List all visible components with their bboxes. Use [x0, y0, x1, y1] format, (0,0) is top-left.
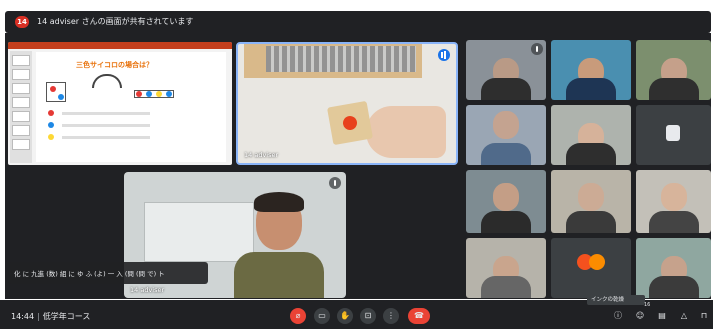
bullet-yellow: [48, 134, 54, 140]
participant-tile[interactable]: [466, 238, 546, 298]
more-icon[interactable]: ⋮: [383, 308, 399, 324]
participant-tile[interactable]: [636, 40, 711, 100]
cube-illustration: [46, 82, 66, 102]
dice-cube: [327, 100, 373, 146]
tile-options-icon[interactable]: [531, 43, 543, 55]
participant-tile[interactable]: [636, 105, 711, 165]
participant-tile[interactable]: [636, 170, 711, 233]
people-icon[interactable]: ☺: [634, 310, 646, 322]
participant-tile[interactable]: [636, 238, 711, 298]
slide-canvas: 三色サイコロの場合は？: [36, 52, 226, 162]
hand: [366, 106, 446, 158]
slide-thumbnail: [12, 125, 30, 136]
meeting-name: 低学年コース: [42, 312, 91, 321]
arrow-icon: [92, 74, 122, 88]
slide-text-line: [62, 112, 150, 115]
slide-thumbnail: [12, 97, 30, 108]
tile-options-icon[interactable]: [329, 177, 341, 189]
participant-tile[interactable]: [466, 40, 546, 100]
participant-tile[interactable]: [466, 105, 546, 165]
presenting-banner-text: 14 adviser さんの画面が共有されています: [37, 17, 194, 26]
avatar-icon: [577, 252, 605, 272]
participant-name: 14 adviser: [244, 151, 279, 159]
cube-net-illustration: [134, 84, 174, 104]
slide-heading: 三色サイコロの場合は？: [76, 61, 153, 69]
lock-icon[interactable]: ⊓: [698, 310, 710, 322]
speaking-indicator-icon: [438, 49, 450, 61]
shared-presentation-tile[interactable]: 三色サイコロの場合は？: [8, 42, 232, 165]
ink-tooltip: インクの乾燥: [587, 295, 645, 305]
activities-icon[interactable]: △: [678, 310, 690, 322]
presenter-avatar: 14: [15, 16, 29, 28]
presenter-figure: [234, 192, 324, 298]
participant-tile[interactable]: [551, 170, 631, 233]
separator: |: [37, 312, 40, 321]
end-call-icon[interactable]: ☎: [408, 308, 430, 324]
slide-app-ribbon: [8, 42, 232, 49]
wooden-tray: [244, 44, 422, 78]
mic-off-icon[interactable]: ⌀: [290, 308, 306, 324]
slide-text-line: [62, 124, 150, 127]
participant-name: 14 adviser: [130, 286, 165, 294]
participant-count-badge: 16: [644, 302, 651, 308]
slide-thumbnail-pane: [10, 51, 32, 163]
captions-icon[interactable]: ▭: [314, 308, 330, 324]
info-icon[interactable]: ⓘ: [612, 310, 624, 322]
chat-icon[interactable]: ▤: [656, 310, 668, 322]
meet-window: 14 14 adviser さんの画面が共有されています 三色サイコロの場合は？: [0, 0, 713, 329]
participant-tile-dice[interactable]: 14 adviser: [236, 42, 458, 165]
participant-tile[interactable]: [551, 40, 631, 100]
bullet-red: [48, 110, 54, 116]
live-caption: 化 に 九進 (数) 組 に ゆ ふ (よ) 一 入 (問 (問 で) ト: [8, 262, 208, 284]
participant-tile[interactable]: [551, 105, 631, 165]
clock-time: 14:44: [11, 312, 35, 321]
slide-thumbnail: [12, 139, 30, 150]
meeting-info: 14:44 | 低学年コース: [11, 311, 90, 322]
raise-hand-icon[interactable]: ✋: [337, 308, 353, 324]
presenting-banner: 14 14 adviser さんの画面が共有されています: [5, 11, 711, 33]
bullet-blue: [48, 122, 54, 128]
present-icon[interactable]: ⊡: [360, 308, 376, 324]
slide-text-line: [62, 136, 150, 139]
slide-thumbnail: [12, 111, 30, 122]
participant-tile[interactable]: [551, 238, 631, 298]
slide-thumbnail: [12, 83, 30, 94]
participant-tile[interactable]: [466, 170, 546, 233]
slide-thumbnail: [12, 55, 30, 66]
slide-thumbnail: [12, 69, 30, 80]
